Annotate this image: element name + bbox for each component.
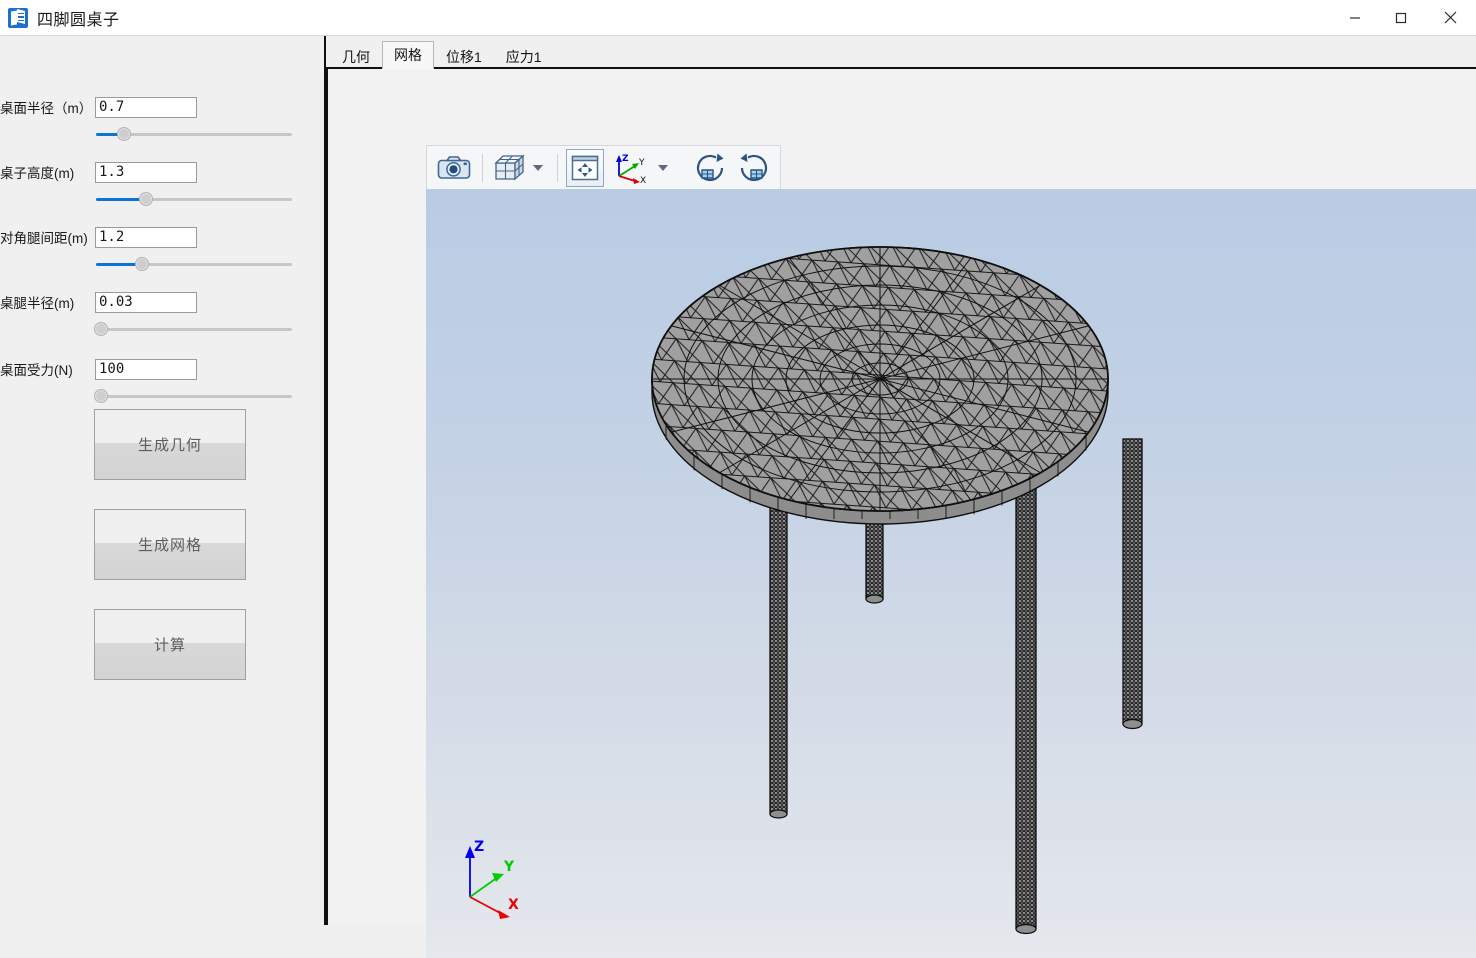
param-slider-table-radius[interactable] — [96, 127, 292, 141]
param-input-surface-load[interactable] — [95, 358, 197, 380]
tab-mesh-label: 网格 — [394, 47, 422, 63]
generate-geometry-label: 生成几何 — [137, 437, 202, 454]
param-label-diagonal-leg-span: 对角腿间距(m) — [0, 231, 88, 246]
parameter-panel: 桌面半径（m） 桌子高度(m) 对角腿间距(m) — [0, 36, 324, 925]
view-cube-chevron-down-icon[interactable] — [533, 164, 543, 171]
axis-orientation-chevron-down-icon[interactable] — [658, 164, 668, 171]
slider-thumb[interactable] — [139, 192, 153, 206]
slider-track — [96, 395, 292, 398]
zoom-to-fit-icon[interactable] — [566, 148, 604, 187]
tab-displacement-1-label: 位移1 — [446, 48, 482, 65]
app-book-icon — [8, 7, 28, 28]
generate-geometry-button[interactable]: 生成几何 — [94, 409, 246, 480]
svg-text:Y: Y — [638, 158, 645, 168]
four-leg-round-table-mesh — [651, 246, 1143, 935]
table-top-triangulation — [652, 247, 1108, 511]
toolbar-separator-3 — [682, 154, 683, 182]
tab-strip: 几何 网格 位移1 应力1 — [326, 40, 1476, 69]
toolbar-separator-1 — [482, 153, 483, 182]
toolbar-separator-2 — [557, 153, 558, 182]
param-group-diagonal-leg-span: 对角腿间距(m) — [0, 226, 324, 271]
tab-geometry[interactable]: 几何 — [330, 44, 382, 69]
rotate-cw-icon[interactable] — [691, 149, 731, 187]
svg-text:Y: Y — [503, 859, 515, 875]
param-group-surface-load: 桌面受力(N) — [0, 358, 324, 403]
svg-text:Z: Z — [474, 839, 484, 855]
slider-thumb[interactable] — [135, 257, 149, 271]
param-slider-diagonal-leg-span[interactable] — [96, 257, 292, 271]
screenshot-icon[interactable] — [434, 149, 474, 187]
param-label-leg-radius: 桌腿半径(m) — [0, 296, 75, 311]
window-controls — [1332, 0, 1476, 36]
param-slider-surface-load[interactable] — [94, 389, 292, 403]
workspace: 桌面半径（m） 桌子高度(m) 对角腿间距(m) — [0, 36, 1476, 958]
param-input-table-height[interactable] — [95, 161, 197, 183]
window-title-bar: 四脚圆桌子 — [0, 0, 1476, 36]
maximize-button[interactable] — [1378, 0, 1424, 36]
svg-text:X: X — [508, 897, 519, 913]
tab-stress-1-label: 应力1 — [505, 48, 542, 65]
results-panel: 几何 网格 位移1 应力1 Z Y X Z Y X — [326, 36, 1476, 958]
svg-text:Z: Z — [622, 154, 629, 164]
svg-text:X: X — [640, 176, 646, 184]
axis-gizmo: Z Y X — [438, 829, 548, 929]
mesh-viewport[interactable]: Z Y X — [426, 189, 1476, 958]
tab-geometry-label: 几何 — [342, 48, 370, 65]
compute-label: 计算 — [153, 637, 186, 654]
tab-mesh[interactable]: 网格 — [382, 41, 434, 69]
generate-mesh-label: 生成网格 — [137, 537, 202, 554]
tab-stress-1[interactable]: 应力1 — [494, 44, 554, 69]
param-slider-table-height[interactable] — [96, 192, 292, 206]
tab-displacement-1[interactable]: 位移1 — [434, 44, 494, 69]
param-slider-leg-radius[interactable] — [94, 322, 292, 336]
param-input-table-radius[interactable] — [95, 96, 197, 118]
axis-orientation-icon[interactable]: Z Y X — [606, 149, 654, 187]
param-group-table-height: 桌子高度(m) — [0, 161, 324, 206]
param-input-diagonal-leg-span[interactable] — [95, 226, 197, 248]
param-label-surface-load: 桌面受力(N) — [0, 363, 73, 378]
rotate-ccw-icon[interactable] — [733, 149, 773, 187]
param-group-table-radius: 桌面半径（m） — [0, 96, 324, 141]
view-cube-icon[interactable] — [491, 149, 529, 187]
compute-button[interactable]: 计算 — [94, 609, 246, 680]
slider-thumb[interactable] — [94, 389, 108, 403]
slider-track — [96, 328, 292, 331]
slider-thumb[interactable] — [117, 127, 131, 141]
close-button[interactable] — [1424, 0, 1476, 36]
minimize-button[interactable] — [1332, 0, 1378, 36]
param-input-leg-radius[interactable] — [95, 291, 197, 313]
viewer-toolbar: Z Y X — [426, 145, 781, 189]
window-title: 四脚圆桌子 — [37, 11, 120, 29]
param-label-table-height: 桌子高度(m) — [0, 166, 75, 181]
generate-mesh-button[interactable]: 生成网格 — [94, 509, 246, 580]
param-group-leg-radius: 桌腿半径(m) — [0, 291, 324, 336]
slider-thumb[interactable] — [94, 322, 108, 336]
tab-page-mesh: Z Y X Z Y X — [326, 69, 1476, 958]
param-label-table-radius: 桌面半径（m） — [0, 101, 93, 116]
